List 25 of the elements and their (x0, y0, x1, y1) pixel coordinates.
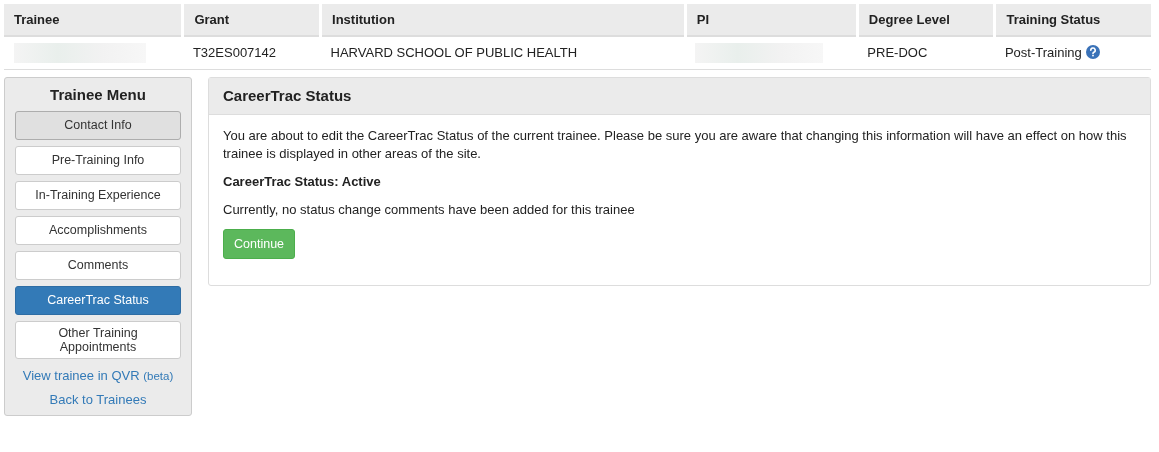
menu-item[interactable]: Accomplishments (15, 215, 181, 245)
sidebar-title: Trainee Menu (49, 85, 147, 103)
column-header: Institution (320, 4, 686, 36)
menu-item[interactable]: Other Training Appointments (15, 320, 181, 359)
table-cell: Post-Training (1004, 45, 1082, 61)
panel-title: CareerTrac Status (209, 77, 1150, 115)
nav-link[interactable]: View trainee in QVR (beta) (15, 367, 181, 383)
comments-text: Currently, no status change comments have been added for this trainee (223, 201, 636, 220)
menu-item[interactable]: In-Training Experience (15, 180, 181, 210)
help-icon[interactable] (1085, 45, 1100, 60)
column-header: Trainee (4, 4, 183, 36)
table-cell: PRE-DOC (857, 36, 995, 69)
column-header: PI (685, 4, 858, 36)
status-text: CareerTrac Status: Active (223, 172, 382, 191)
menu-item[interactable]: CareerTrac Status (15, 285, 181, 315)
table-cell: HARVARD SCHOOL OF PUBLIC HEALTH (320, 36, 686, 69)
intro-text: You are about to edit the CareerTrac Status of the current trainee. Please be sure you are aware that changing this information will have an effect on how this trainee is displayed in other areas of the site. (223, 126, 1128, 163)
menu-item[interactable]: Comments (15, 250, 181, 280)
menu-item[interactable]: Pre-Training Info (15, 145, 181, 175)
table-cell: T32ES007142 (182, 36, 321, 69)
column-header: Training Status (994, 4, 1151, 36)
nav-link[interactable]: Back to Trainees (15, 391, 181, 407)
column-header: Grant (182, 4, 321, 36)
menu-item[interactable]: Contact Info (15, 110, 181, 140)
column-header: Degree Level (857, 4, 995, 36)
